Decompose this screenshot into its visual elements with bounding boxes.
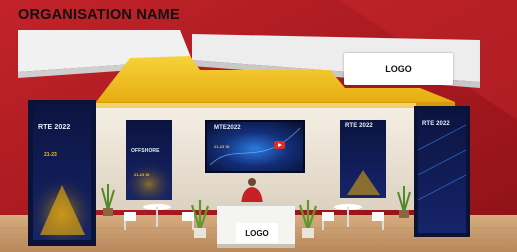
right-banner-title: RTE 2022 <box>422 121 450 127</box>
booth-scene: ORGANISATION NAME LOGO LOGO RTE 2022 21-… <box>0 0 517 252</box>
left-panel-dates: 21-23 St <box>134 172 150 177</box>
right-panel-title: RTE 2022 <box>345 123 373 129</box>
left-banner-dates: 21-23 <box>44 152 57 158</box>
left-panel-title: OFFSHORE <box>131 148 160 154</box>
light-strip <box>96 103 416 108</box>
organisation-name: ORGANISATION NAME <box>18 7 180 23</box>
screen-title: MTE2022 <box>214 125 241 131</box>
counter-logo: LOGO <box>236 223 278 243</box>
fascia-logo: LOGO <box>344 53 453 85</box>
screen-dates: 21-23 St <box>214 144 230 149</box>
left-banner-title: RTE 2022 <box>38 124 71 131</box>
